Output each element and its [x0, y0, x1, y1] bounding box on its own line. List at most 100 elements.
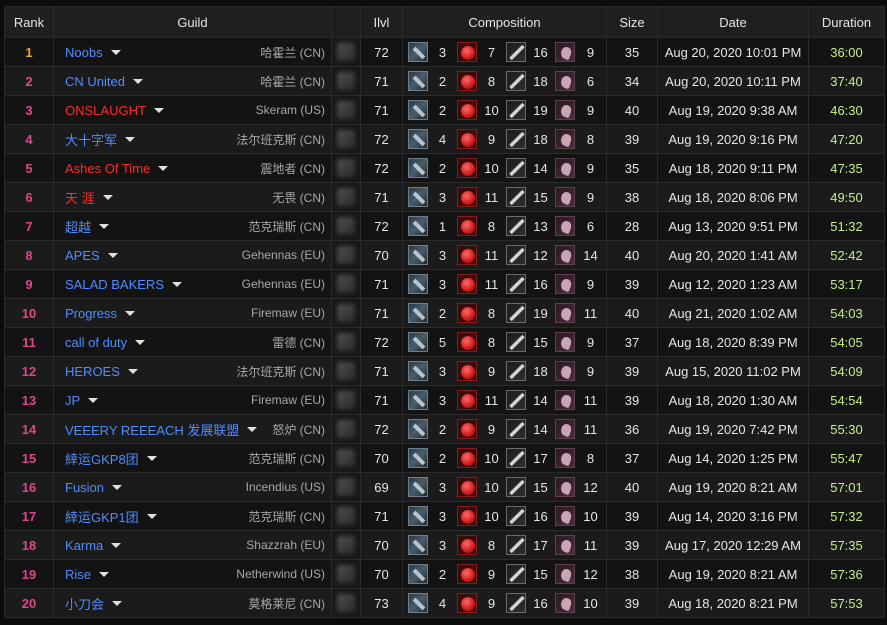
- size-header[interactable]: Size: [606, 6, 658, 38]
- tank-shield-icon: [408, 361, 428, 381]
- chevron-down-icon[interactable]: [132, 78, 143, 84]
- server-label: 范克瑞斯 (CN): [248, 219, 325, 234]
- chevron-down-icon[interactable]: [107, 252, 118, 258]
- chevron-down-icon[interactable]: [99, 223, 110, 229]
- melee-role: 18: [506, 361, 555, 381]
- guild-name-link[interactable]: JP: [65, 393, 80, 408]
- guild-name-link[interactable]: CN United: [65, 74, 125, 89]
- ranged-role: 8: [555, 129, 606, 149]
- chevron-down-icon[interactable]: [135, 339, 146, 345]
- chevron-down-icon[interactable]: [111, 542, 122, 548]
- ranged-role: 10: [555, 593, 606, 613]
- healer-heart-icon: [457, 593, 477, 613]
- melee-sword-icon: [506, 535, 526, 555]
- guild-name-link[interactable]: 超越: [65, 217, 91, 236]
- blurred-avatar: [337, 304, 355, 322]
- tank-role: 2: [408, 100, 457, 120]
- melee-role: 16: [506, 506, 555, 526]
- chevron-down-icon[interactable]: [146, 455, 157, 461]
- chevron-down-icon[interactable]: [110, 49, 121, 55]
- melee-role: 12: [506, 245, 555, 265]
- tank-role: 3: [408, 42, 457, 62]
- guild-name-link[interactable]: 小刀会: [65, 594, 104, 613]
- guild-name-link[interactable]: HEROES: [65, 364, 120, 379]
- guild-name-link[interactable]: Ashes Of Time: [65, 161, 150, 176]
- tank-count: 2: [438, 73, 447, 89]
- chevron-down-icon[interactable]: [247, 426, 258, 432]
- guild-name-link[interactable]: 大十字军: [65, 130, 117, 149]
- guild-name-link[interactable]: call of duty: [65, 335, 127, 350]
- guild-name-link[interactable]: Karma: [65, 538, 103, 553]
- healer-role: 10: [457, 158, 506, 178]
- healer-role: 10: [457, 100, 506, 120]
- server-label: Incendius (US): [245, 480, 325, 494]
- guild-name-link[interactable]: 緈运GKP8团: [65, 449, 139, 468]
- guild-name-link[interactable]: Noobs: [65, 45, 103, 60]
- ranged-hand-icon: [555, 100, 575, 120]
- ranged-hand-icon: [555, 506, 575, 526]
- date-cell: Aug 17, 2020 12:29 AM: [657, 530, 809, 560]
- rank-cell: 12: [4, 356, 54, 386]
- duration-cell: 46:30: [808, 95, 885, 125]
- healer-role: 8: [457, 535, 506, 555]
- chevron-down-icon[interactable]: [99, 571, 110, 577]
- size-cell: 37: [606, 327, 658, 357]
- guild-cell: Fusion Incendius (US): [53, 472, 332, 502]
- guild-name-link[interactable]: SALAD BAKERS: [65, 277, 164, 292]
- server-label: 莫格莱尼 (CN): [248, 596, 325, 611]
- rank-cell: 20: [4, 588, 54, 618]
- tank-role: 3: [408, 187, 457, 207]
- melee-role: 15: [506, 477, 555, 497]
- date-cell: Aug 14, 2020 1:25 PM: [657, 443, 809, 473]
- guild-name-link[interactable]: ONSLAUGHT: [65, 103, 146, 118]
- size-cell: 39: [606, 269, 658, 299]
- chevron-down-icon[interactable]: [158, 165, 169, 171]
- melee-count: 15: [533, 189, 548, 205]
- guild-cell: JP Firemaw (EU): [53, 385, 332, 415]
- chevron-down-icon[interactable]: [127, 368, 138, 374]
- date-cell: Aug 20, 2020 10:11 PM: [657, 66, 809, 96]
- date-cell: Aug 18, 2020 8:39 PM: [657, 327, 809, 357]
- date-cell: Aug 12, 2020 1:23 AM: [657, 269, 809, 299]
- tank-count: 3: [438, 479, 447, 495]
- chevron-down-icon[interactable]: [88, 397, 99, 403]
- ranged-role: 11: [555, 303, 606, 323]
- guild-name-link[interactable]: 天 涯: [65, 188, 95, 207]
- guild-name-link[interactable]: Rise: [65, 567, 91, 582]
- blurred-avatar: [337, 449, 355, 467]
- guild-name-link[interactable]: APES: [65, 248, 100, 263]
- chevron-down-icon[interactable]: [125, 310, 136, 316]
- date-header[interactable]: Date: [657, 6, 809, 38]
- chevron-down-icon[interactable]: [112, 484, 123, 490]
- rank-cell: 8: [4, 240, 54, 270]
- blurred-avatar-cell: [331, 356, 361, 386]
- chevron-down-icon[interactable]: [146, 513, 157, 519]
- duration-header[interactable]: Duration: [808, 6, 885, 38]
- chevron-down-icon[interactable]: [125, 136, 136, 142]
- melee-sword-icon: [506, 245, 526, 265]
- ranged-role: 11: [555, 390, 606, 410]
- melee-count: 16: [533, 508, 548, 524]
- guild-name-link[interactable]: Fusion: [65, 480, 104, 495]
- healer-role: 11: [457, 245, 506, 265]
- guild-name-link[interactable]: 緈运GKP1团: [65, 507, 139, 526]
- duration-cell: 54:05: [808, 327, 885, 357]
- rank-header[interactable]: Rank: [4, 6, 54, 38]
- melee-role: 16: [506, 42, 555, 62]
- healer-role: 8: [457, 332, 506, 352]
- guild-cell: VEEERY REEEACH 发展联盟 怒炉 (CN): [53, 414, 332, 444]
- size-cell: 34: [606, 66, 658, 96]
- chevron-down-icon[interactable]: [112, 600, 123, 606]
- ilvl-header[interactable]: Ilvl: [360, 6, 403, 38]
- guild-name-link[interactable]: Progress: [65, 306, 117, 321]
- chevron-down-icon[interactable]: [102, 194, 113, 200]
- guild-name-link[interactable]: VEEERY REEEACH 发展联盟: [65, 420, 239, 439]
- guild-cell: 大十字军 法尔班克斯 (CN): [53, 124, 332, 154]
- chevron-down-icon[interactable]: [172, 281, 182, 287]
- ranged-hand-icon: [555, 42, 575, 62]
- chevron-down-icon[interactable]: [153, 107, 164, 113]
- healer-role: 9: [457, 564, 506, 584]
- blurred-avatar-cell: [331, 269, 361, 299]
- guild-header[interactable]: Guild: [53, 6, 332, 38]
- blurred-avatar-cell: [331, 327, 361, 357]
